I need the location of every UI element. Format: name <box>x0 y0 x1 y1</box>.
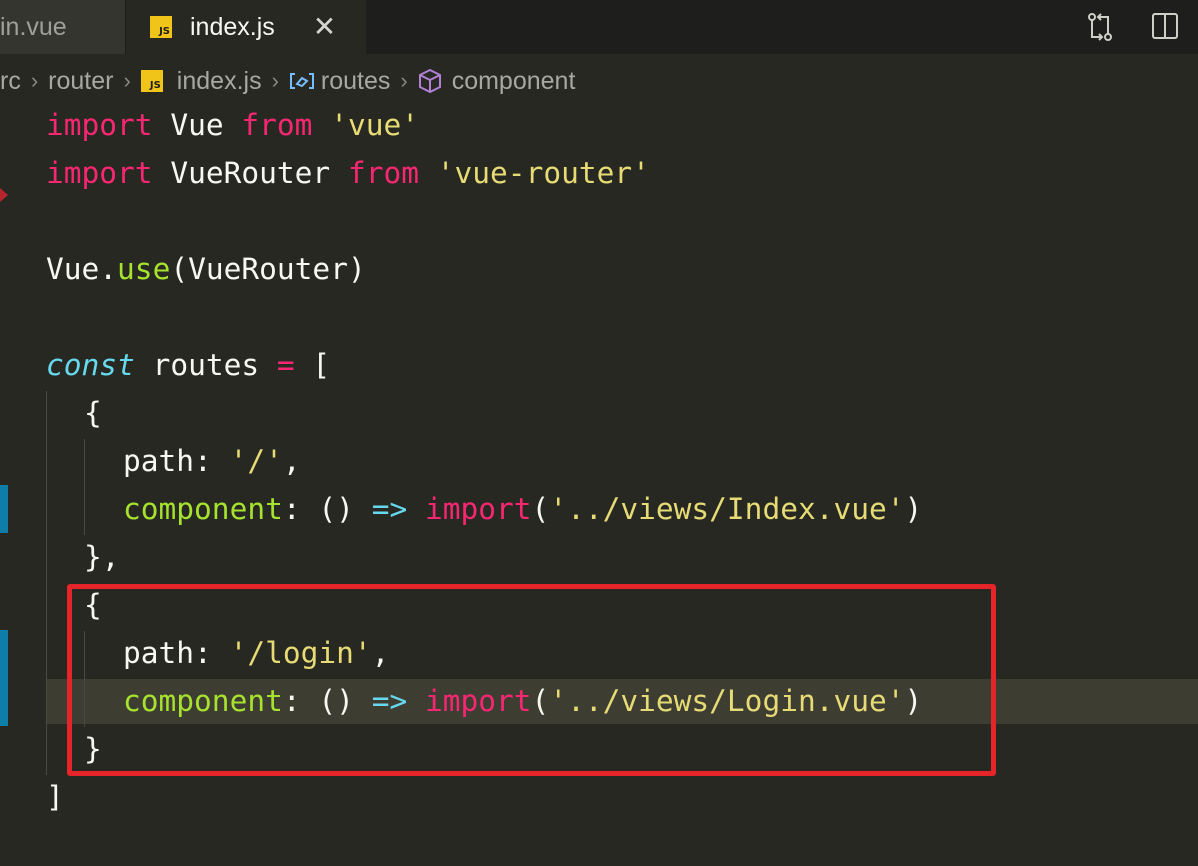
token-keyword: import <box>46 108 153 142</box>
token-punctuation: { <box>84 396 102 430</box>
token-function: use <box>117 252 171 286</box>
chevron-right-icon: › <box>30 68 39 93</box>
js-file-icon: JS <box>140 70 163 92</box>
tab-label: in.vue <box>0 12 67 41</box>
chevron-right-icon: › <box>271 68 279 93</box>
breadcrumb-item-routes[interactable]: routes <box>321 67 390 96</box>
token-punctuation: ( <box>531 492 550 526</box>
close-icon[interactable]: ✕ <box>313 13 336 41</box>
token-punctuation: [ <box>294 348 331 382</box>
chevron-right-icon: › <box>123 68 131 93</box>
tab-main-vue[interactable]: in.vue <box>0 0 125 54</box>
chevron-right-icon: › <box>400 68 408 93</box>
token-identifier: routes <box>134 348 277 382</box>
code-line: ] <box>0 773 1198 821</box>
editor-tab-bar: in.vue JS index.js ✕ <box>0 0 1198 54</box>
token-punctuation: : <box>282 492 319 526</box>
token-identifier: Vue. <box>46 252 118 286</box>
token-punctuation: (VueRouter) <box>170 252 366 286</box>
token-property: path <box>123 444 195 478</box>
token-punctuation: ) <box>904 492 923 526</box>
token-arrow: => <box>371 492 408 526</box>
js-file-icon: JS <box>150 16 172 38</box>
code-line: { <box>0 389 1198 437</box>
token-punctuation: () <box>318 492 372 526</box>
token-string: '../views/Index.vue' <box>549 492 905 526</box>
token-punctuation: , <box>282 444 301 478</box>
token-identifier: VueRouter <box>152 156 348 190</box>
variable-icon <box>289 71 315 91</box>
token-keyword: from <box>241 108 313 142</box>
token-string: 'vue' <box>312 108 420 142</box>
token-keyword: import <box>407 492 532 526</box>
code-line: component: () => import('../views/Index.… <box>0 485 1198 533</box>
breadcrumb-item-router[interactable]: router <box>48 67 113 96</box>
token-string: '/' <box>229 444 283 478</box>
token-keyword: from <box>347 156 419 190</box>
code-line: const routes = [ <box>0 341 1198 389</box>
token-punctuation: : <box>194 444 230 478</box>
tab-index-js[interactable]: JS index.js ✕ <box>126 0 366 54</box>
token-identifier: Vue <box>152 108 242 142</box>
annotation-highlight-box <box>67 584 996 776</box>
token-punctuation: ] <box>46 780 64 814</box>
split-editor-icon[interactable] <box>1151 12 1179 45</box>
source-control-compare-icon[interactable] <box>1086 12 1114 47</box>
code-line: import VueRouter from 'vue-router' <box>0 149 1198 197</box>
token-storage: const <box>46 348 135 382</box>
token-operator: = <box>276 348 295 382</box>
code-line: Vue.use(VueRouter) <box>0 245 1198 293</box>
breadcrumb-item-src[interactable]: rc <box>0 67 21 96</box>
token-punctuation: }, <box>84 540 120 574</box>
code-line: }, <box>0 533 1198 581</box>
code-line: path: '/', <box>0 437 1198 485</box>
code-line: import Vue from 'vue' <box>0 101 1198 149</box>
breadcrumb-item-component[interactable]: component <box>452 67 576 96</box>
breadcrumb-item-index-js[interactable]: index.js <box>177 67 262 96</box>
tab-label: index.js <box>190 12 275 41</box>
code-editor[interactable]: import Vue from 'vue' import VueRouter f… <box>0 100 1198 866</box>
token-property: component <box>123 492 283 526</box>
property-cube-icon <box>418 68 442 94</box>
token-keyword: import <box>46 156 153 190</box>
token-string: 'vue-router' <box>419 156 650 190</box>
